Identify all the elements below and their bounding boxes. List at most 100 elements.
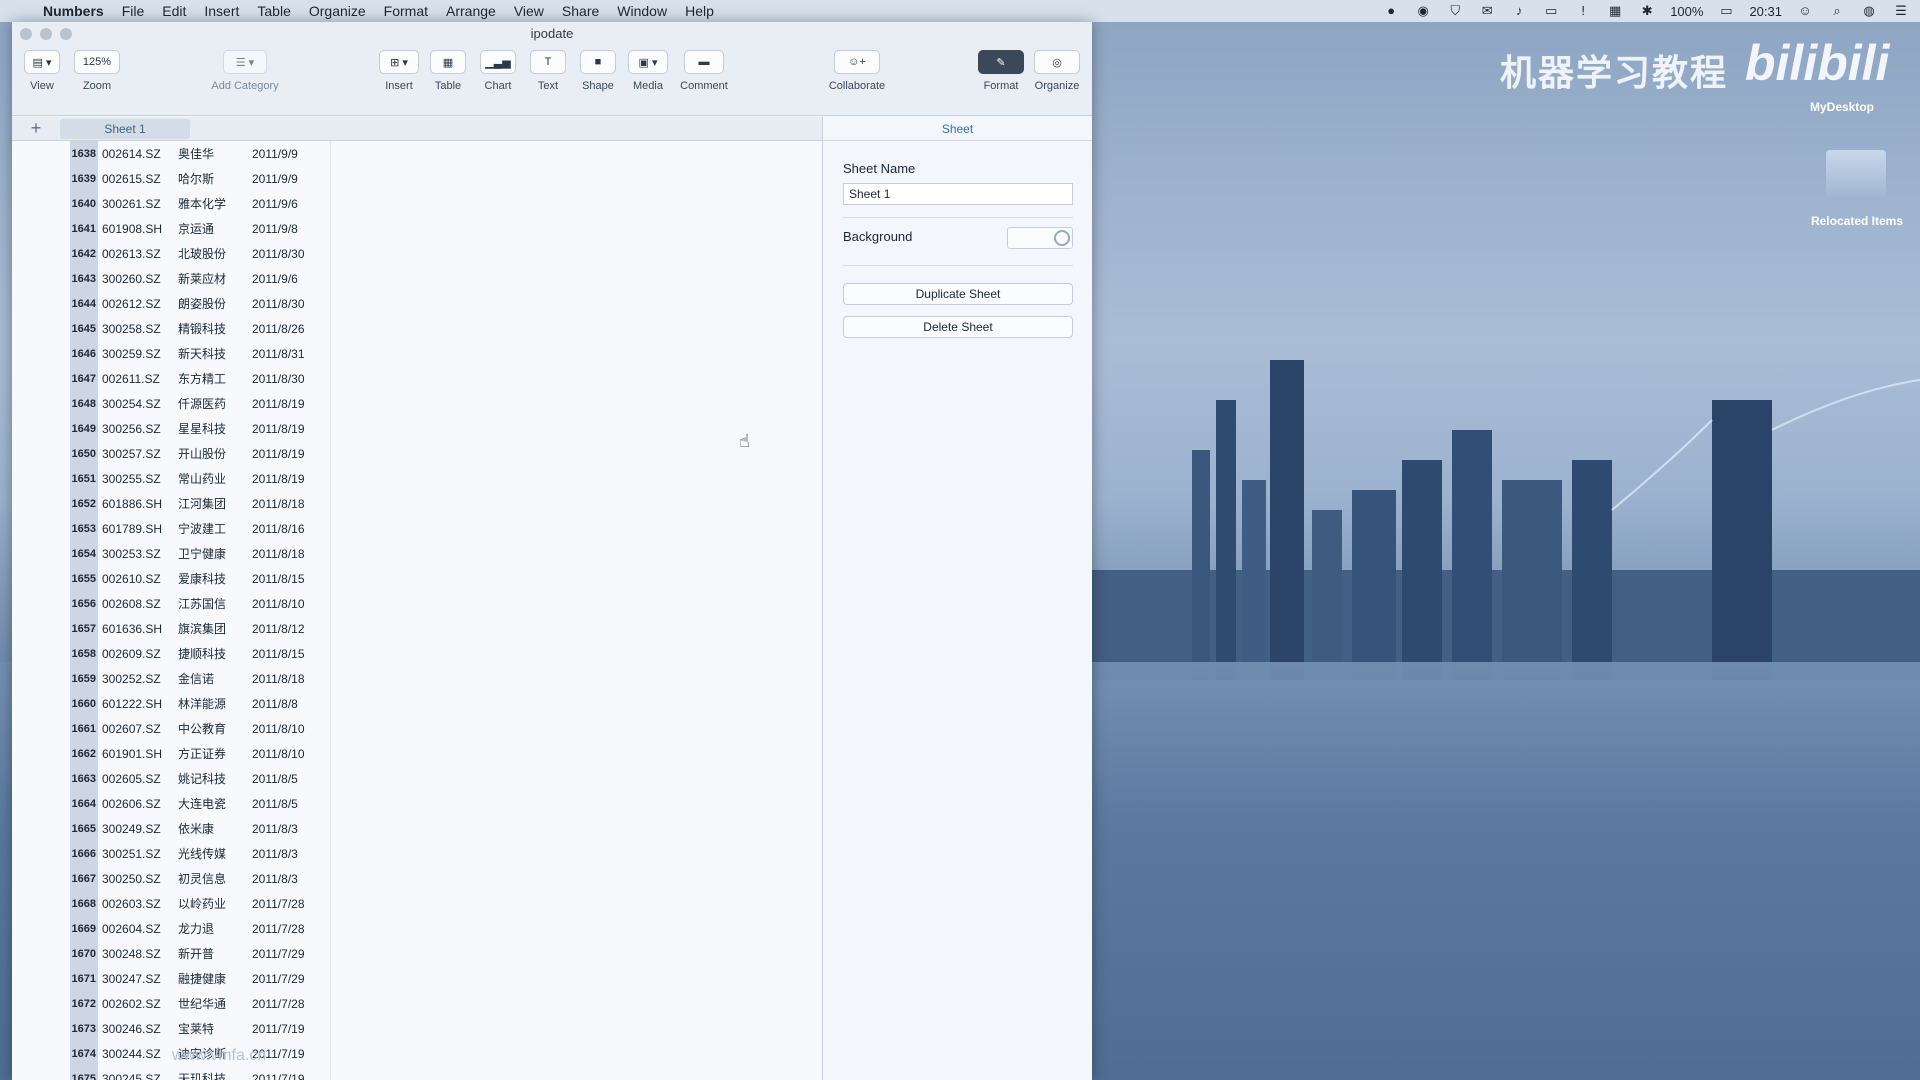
table-row[interactable]: 1662 601901.SH 方正证券 2011/8/10 — [70, 741, 331, 766]
stock-name-cell[interactable]: 林洋能源 — [174, 691, 248, 716]
wechat-icon[interactable]: ✉ — [1478, 3, 1496, 19]
stock-name-cell[interactable]: 旗滨集团 — [174, 616, 248, 641]
ipo-date-cell[interactable]: 2011/8/18 — [248, 541, 331, 566]
stock-name-cell[interactable]: 光线传媒 — [174, 841, 248, 866]
tab-sheet-inspector[interactable]: Sheet — [823, 117, 1092, 141]
table-row[interactable]: 1655 002610.SZ 爱康科技 2011/8/15 — [70, 566, 331, 591]
stock-name-cell[interactable]: 新莱应材 — [174, 266, 248, 291]
stock-code-cell[interactable]: 300246.SZ — [98, 1016, 174, 1041]
menu-arrange[interactable]: Arrange — [437, 0, 505, 22]
ipo-date-cell[interactable]: 2011/8/19 — [248, 416, 331, 441]
stock-name-cell[interactable]: 依米康 — [174, 816, 248, 841]
table-row[interactable]: 1640 300261.SZ 雅本化学 2011/9/6 — [70, 191, 331, 216]
stock-name-cell[interactable]: 龙力退 — [174, 916, 248, 941]
ipo-date-cell[interactable]: 2011/8/10 — [248, 591, 331, 616]
stock-code-cell[interactable]: 002611.SZ — [98, 366, 174, 391]
delete-sheet-button[interactable]: Delete Sheet — [843, 316, 1073, 338]
stock-code-cell[interactable]: 300247.SZ — [98, 966, 174, 991]
format-button[interactable]: ✎ Format — [976, 50, 1026, 92]
airplay-icon[interactable]: ▭ — [1542, 3, 1560, 19]
ipo-date-cell[interactable]: 2011/8/5 — [248, 791, 331, 816]
stock-name-cell[interactable]: 北玻股份 — [174, 241, 248, 266]
menu-numbers[interactable]: Numbers — [34, 0, 113, 22]
row-number[interactable]: 1653 — [70, 516, 98, 541]
relocated-items-label[interactable]: Relocated Items — [1802, 214, 1912, 228]
table-row[interactable]: 1666 300251.SZ 光线传媒 2011/8/3 — [70, 841, 331, 866]
stock-name-cell[interactable]: 爱康科技 — [174, 566, 248, 591]
stock-name-cell[interactable]: 雅本化学 — [174, 191, 248, 216]
table-row[interactable]: 1638 002614.SZ 奥佳华 2011/9/9 — [70, 141, 331, 166]
chart-button[interactable]: ▁▃▅ Chart — [476, 50, 520, 92]
ipo-date-cell[interactable]: 2011/8/26 — [248, 316, 331, 341]
search-icon[interactable]: ⌕ — [1828, 3, 1846, 19]
comment-button[interactable]: ▬ Comment — [676, 50, 732, 92]
stock-code-cell[interactable]: 002608.SZ — [98, 591, 174, 616]
stock-code-cell[interactable]: 002614.SZ — [98, 141, 174, 166]
table-row[interactable]: 1670 300248.SZ 新开普 2011/7/29 — [70, 941, 331, 966]
table-row[interactable]: 1650 300257.SZ 开山股份 2011/8/19 — [70, 441, 331, 466]
table-row[interactable]: 1660 601222.SH 林洋能源 2011/8/8 — [70, 691, 331, 716]
ipo-date-cell[interactable]: 2011/8/3 — [248, 816, 331, 841]
table-row[interactable]: 1644 002612.SZ 朗姿股份 2011/8/30 — [70, 291, 331, 316]
stock-name-cell[interactable]: 大连电瓷 — [174, 791, 248, 816]
view-button[interactable]: ▤ ▾ View — [20, 50, 64, 92]
stock-code-cell[interactable]: 002602.SZ — [98, 991, 174, 1016]
ipo-date-cell[interactable]: 2011/7/19 — [248, 1016, 331, 1041]
stock-code-cell[interactable]: 300253.SZ — [98, 541, 174, 566]
row-number[interactable]: 1670 — [70, 941, 98, 966]
sheet-canvas[interactable]: 1638 002614.SZ 奥佳华 2011/9/9 1639 002615.SZ 哈尔斯… — [12, 141, 822, 1080]
ipo-date-cell[interactable]: 2011/8/30 — [248, 241, 331, 266]
stock-code-cell[interactable]: 300245.SZ — [98, 1066, 174, 1080]
ipo-date-cell[interactable]: 2011/8/18 — [248, 666, 331, 691]
stock-code-cell[interactable]: 300261.SZ — [98, 191, 174, 216]
ipo-date-cell[interactable]: 2011/9/6 — [248, 266, 331, 291]
alert-icon[interactable]: ! — [1574, 3, 1592, 19]
ipo-date-cell[interactable]: 2011/7/19 — [248, 1066, 331, 1080]
stock-code-cell[interactable]: 300251.SZ — [98, 841, 174, 866]
stock-name-cell[interactable]: 江河集团 — [174, 491, 248, 516]
table-row[interactable]: 1657 601636.SH 旗滨集团 2011/8/12 — [70, 616, 331, 641]
table-row[interactable]: 1663 002605.SZ 姚记科技 2011/8/5 — [70, 766, 331, 791]
stock-name-cell[interactable]: 京运通 — [174, 216, 248, 241]
stock-code-cell[interactable]: 300250.SZ — [98, 866, 174, 891]
stock-name-cell[interactable]: 新天科技 — [174, 341, 248, 366]
row-number[interactable]: 1641 — [70, 216, 98, 241]
stock-code-cell[interactable]: 002610.SZ — [98, 566, 174, 591]
stock-code-cell[interactable]: 002607.SZ — [98, 716, 174, 741]
row-number[interactable]: 1662 — [70, 741, 98, 766]
menu-table[interactable]: Table — [248, 0, 299, 22]
row-number[interactable]: 1675 — [70, 1066, 98, 1080]
row-number[interactable]: 1672 — [70, 991, 98, 1016]
row-number[interactable]: 1657 — [70, 616, 98, 641]
ipo-date-cell[interactable]: 2011/8/8 — [248, 691, 331, 716]
menu-window[interactable]: Window — [608, 0, 676, 22]
table-row[interactable]: 1668 002603.SZ 以岭药业 2011/7/28 — [70, 891, 331, 916]
stock-code-cell[interactable]: 002603.SZ — [98, 891, 174, 916]
row-number[interactable]: 1663 — [70, 766, 98, 791]
row-number[interactable]: 1669 — [70, 916, 98, 941]
stock-code-cell[interactable]: 002613.SZ — [98, 241, 174, 266]
menu-file[interactable]: File — [113, 0, 154, 22]
row-number[interactable]: 1639 — [70, 166, 98, 191]
row-number[interactable]: 1649 — [70, 416, 98, 441]
ipo-date-cell[interactable]: 2011/8/19 — [248, 466, 331, 491]
row-number[interactable]: 1643 — [70, 266, 98, 291]
battery-icon[interactable]: ▭ — [1717, 3, 1735, 19]
stock-code-cell[interactable]: 300258.SZ — [98, 316, 174, 341]
ipo-date-cell[interactable]: 2011/8/30 — [248, 291, 331, 316]
row-number[interactable]: 1665 — [70, 816, 98, 841]
table-row[interactable]: 1667 300250.SZ 初灵信息 2011/8/3 — [70, 866, 331, 891]
background-color-well[interactable] — [1007, 227, 1073, 249]
menu-view[interactable]: View — [505, 0, 553, 22]
row-number[interactable]: 1645 — [70, 316, 98, 341]
grid-icon[interactable]: ▦ — [1606, 3, 1624, 19]
row-number[interactable]: 1673 — [70, 1016, 98, 1041]
stock-code-cell[interactable]: 300254.SZ — [98, 391, 174, 416]
stock-code-cell[interactable]: 601789.SH — [98, 516, 174, 541]
row-number[interactable]: 1666 — [70, 841, 98, 866]
ipo-date-cell[interactable]: 2011/9/9 — [248, 141, 331, 166]
stock-code-cell[interactable]: 300256.SZ — [98, 416, 174, 441]
table-row[interactable]: 1656 002608.SZ 江苏国信 2011/8/10 — [70, 591, 331, 616]
row-number[interactable]: 1656 — [70, 591, 98, 616]
row-number[interactable]: 1658 — [70, 641, 98, 666]
